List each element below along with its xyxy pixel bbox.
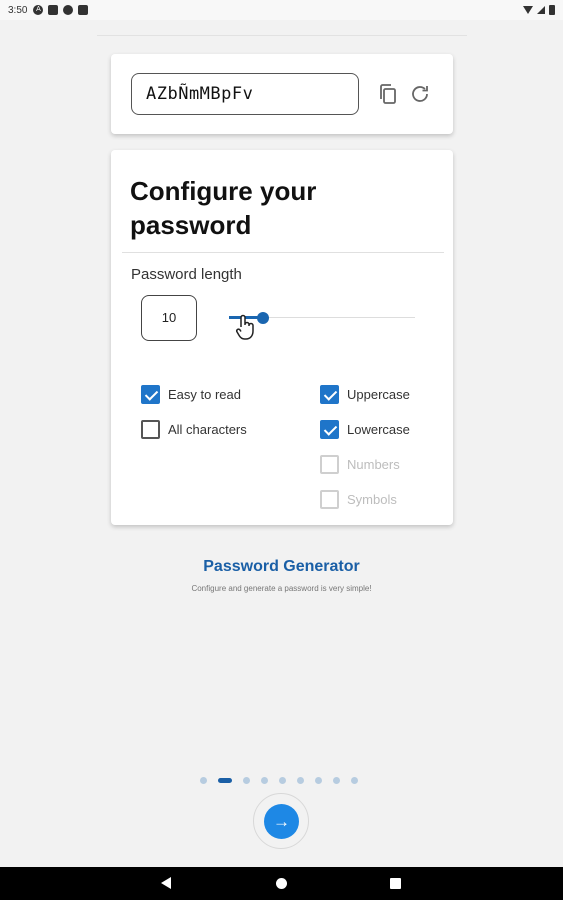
- option-label: Numbers: [347, 457, 400, 472]
- page-dot: [200, 776, 207, 784]
- password-output-field[interactable]: AZbÑmMBpFv: [131, 73, 359, 115]
- page-dot: [261, 776, 268, 784]
- a-icon: A: [33, 5, 44, 15]
- navigation-bar: [0, 867, 563, 900]
- back-icon[interactable]: [161, 877, 171, 889]
- top-divider: [97, 35, 467, 36]
- option-label: All characters: [168, 422, 247, 437]
- onboarding-title: Password Generator: [203, 558, 360, 575]
- page-dot: [333, 776, 340, 784]
- option-symbols[interactable]: Symbols: [320, 490, 397, 509]
- option-uppercase[interactable]: Uppercase: [320, 385, 410, 404]
- option-label: Symbols: [347, 492, 397, 507]
- page-dot: [351, 776, 358, 784]
- battery-icon: [549, 5, 555, 15]
- recents-icon[interactable]: [390, 878, 401, 889]
- page-dot: [315, 776, 322, 784]
- page-dot: [279, 776, 286, 784]
- option-easy-to-read[interactable]: Easy to read: [141, 385, 241, 404]
- password-length-input[interactable]: 10: [141, 295, 197, 341]
- signal-icon: [537, 6, 545, 14]
- checkbox-uppercase[interactable]: [320, 385, 339, 404]
- checkbox-symbols[interactable]: [320, 490, 339, 509]
- page-dot: [243, 776, 250, 784]
- refresh-icon[interactable]: [408, 82, 432, 106]
- option-label: Lowercase: [347, 422, 410, 437]
- password-card: AZbÑmMBpFv: [111, 54, 453, 134]
- next-button[interactable]: →: [264, 804, 299, 839]
- checkbox-numbers[interactable]: [320, 455, 339, 474]
- option-label: Easy to read: [168, 387, 241, 402]
- option-all-characters[interactable]: All characters: [141, 420, 247, 439]
- home-icon[interactable]: [276, 878, 287, 889]
- sync-icon: [63, 5, 74, 15]
- page-dot-active: [218, 777, 232, 783]
- option-lowercase[interactable]: Lowercase: [320, 420, 410, 439]
- arrow-right-icon: →: [273, 812, 290, 831]
- checkbox-all-characters[interactable]: [141, 420, 160, 439]
- touch-hand-icon: [235, 313, 257, 341]
- slider-thumb[interactable]: [257, 312, 270, 324]
- sim-icon: [48, 5, 59, 15]
- status-time: 3:50: [8, 4, 28, 16]
- page-indicator: [200, 776, 358, 784]
- option-numbers[interactable]: Numbers: [320, 455, 400, 474]
- status-bar: 3:50 A: [0, 0, 563, 20]
- option-label: Uppercase: [347, 387, 410, 402]
- wifi-icon: [523, 6, 533, 14]
- page-dot: [297, 776, 304, 784]
- checkbox-easy-to-read[interactable]: [141, 385, 160, 404]
- checkbox-lowercase[interactable]: [320, 420, 339, 439]
- copy-icon[interactable]: [376, 82, 400, 106]
- onboarding-subtitle: Configure and generate a password is ver…: [191, 584, 372, 593]
- config-card: Configure your password Password length …: [111, 150, 453, 525]
- config-title: Configure your password: [130, 176, 317, 240]
- password-length-label: Password length: [131, 266, 242, 283]
- status-right: [523, 5, 555, 15]
- storage-icon: [78, 5, 89, 15]
- config-divider: [122, 252, 444, 253]
